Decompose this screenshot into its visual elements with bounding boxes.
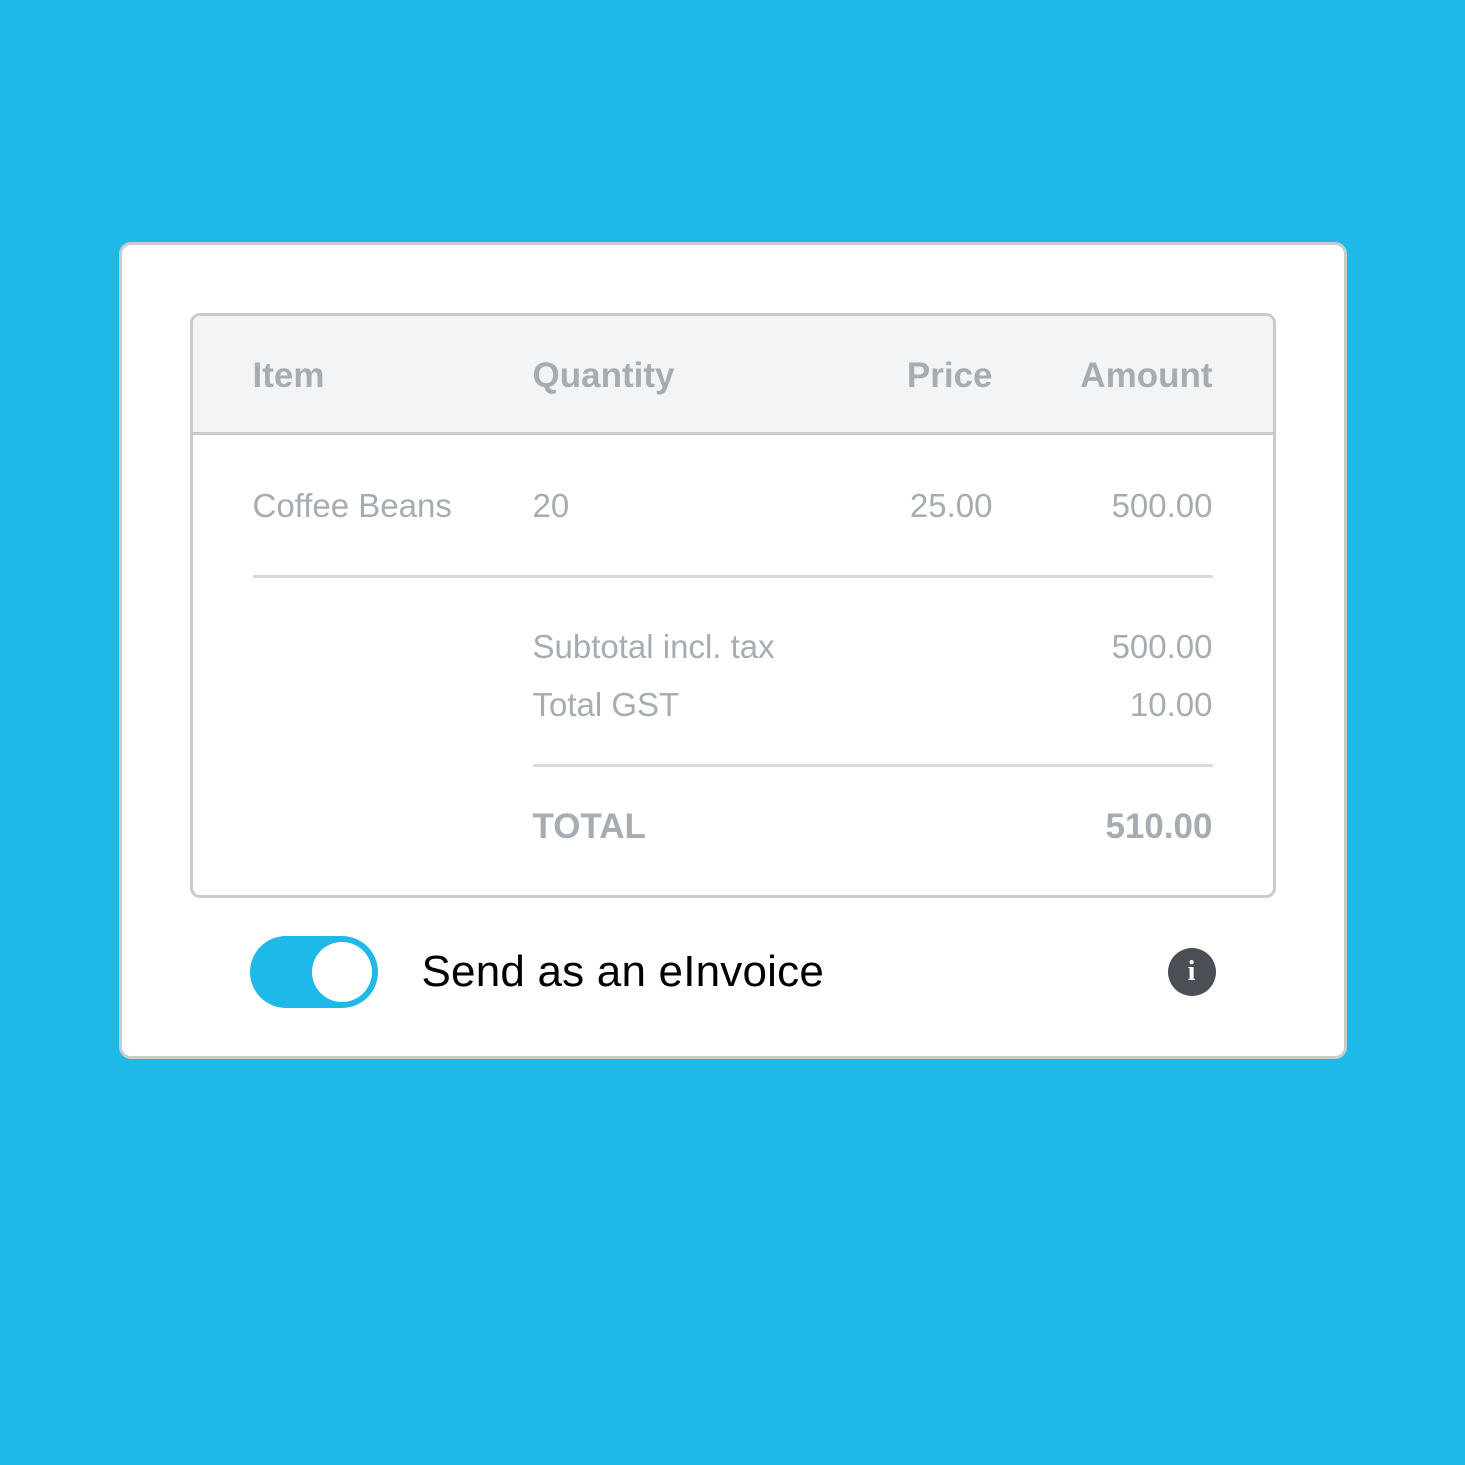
col-header-quantity: Quantity xyxy=(533,356,773,396)
summary-row-subtotal: Subtotal incl. tax 500.00 xyxy=(253,618,1213,676)
total-label: TOTAL xyxy=(533,807,873,847)
card-footer: Send as an eInvoice i xyxy=(190,936,1276,1008)
total-row: TOTAL 510.00 xyxy=(253,767,1213,847)
line-items-table: Item Quantity Price Amount Coffee Beans … xyxy=(190,313,1276,898)
summary-label: Subtotal incl. tax xyxy=(533,628,873,666)
einvoice-toggle[interactable] xyxy=(250,936,378,1008)
cell-amount: 500.00 xyxy=(993,487,1213,525)
cell-item: Coffee Beans xyxy=(253,487,533,525)
cell-price: 25.00 xyxy=(773,487,993,525)
summary-value: 10.00 xyxy=(873,686,1213,724)
summary-row-gst: Total GST 10.00 xyxy=(253,676,1213,734)
table-body: Coffee Beans 20 25.00 500.00 xyxy=(193,435,1273,578)
summary-section: Subtotal incl. tax 500.00 Total GST 10.0… xyxy=(193,578,1273,895)
col-header-item: Item xyxy=(253,356,533,396)
summary-value: 500.00 xyxy=(873,628,1213,666)
cell-quantity: 20 xyxy=(533,487,773,525)
col-header-price: Price xyxy=(773,356,993,396)
total-value: 510.00 xyxy=(873,807,1213,847)
invoice-card: Item Quantity Price Amount Coffee Beans … xyxy=(119,242,1347,1059)
toggle-knob xyxy=(312,942,372,1002)
info-icon[interactable]: i xyxy=(1168,948,1216,996)
einvoice-toggle-label: Send as an eInvoice xyxy=(422,947,1168,997)
table-row: Coffee Beans 20 25.00 500.00 xyxy=(253,435,1213,578)
summary-label: Total GST xyxy=(533,686,873,724)
table-header-row: Item Quantity Price Amount xyxy=(193,316,1273,435)
col-header-amount: Amount xyxy=(993,356,1213,396)
